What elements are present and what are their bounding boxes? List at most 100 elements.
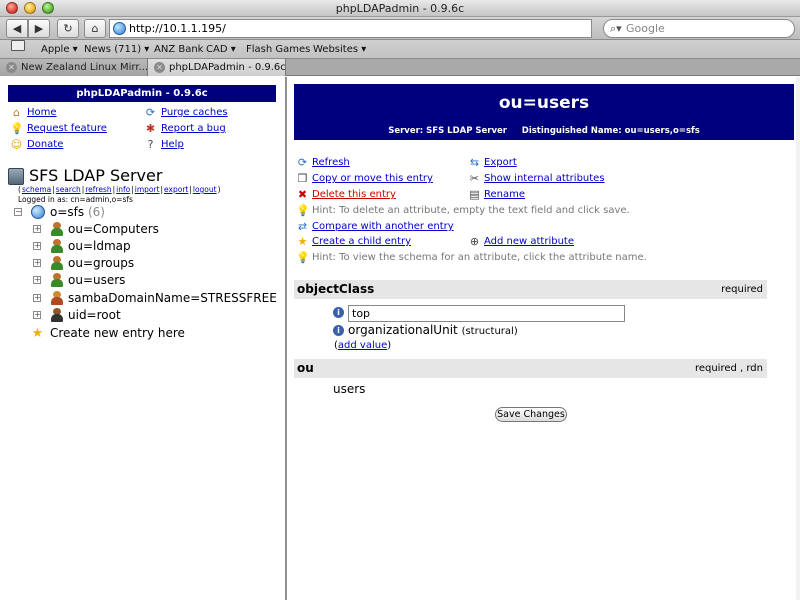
right-frame: ou=users Server: SFS LDAP Server Disting… (289, 77, 800, 600)
refresh-cache-icon: ⟳ (145, 106, 156, 119)
server-title: SFS LDAP Server (29, 166, 163, 185)
lightbulb-icon: 💡 (296, 204, 310, 217)
back-arrow-icon: ◀ (12, 22, 22, 35)
server-links: (schema|search|refresh|info|import|expor… (18, 185, 221, 194)
tree-item-ldmap[interactable]: ou=ldmap (68, 238, 131, 254)
delete-entry-link[interactable]: Delete this entry (312, 188, 396, 201)
tree-item-users[interactable]: ou=users (68, 272, 125, 288)
expand-icon[interactable]: + (33, 294, 41, 302)
compare-icon: ⇄ (297, 220, 308, 233)
info-link[interactable]: info (116, 185, 130, 194)
tree-root-label: o=sfs (50, 205, 85, 219)
close-tab-icon[interactable]: ✕ (154, 62, 165, 73)
search-link[interactable]: search (56, 185, 81, 194)
request-feature-link[interactable]: Request feature (27, 122, 107, 136)
copy-icon: ❐ (297, 172, 308, 185)
home-link[interactable]: Home (27, 106, 57, 120)
expand-icon[interactable]: + (33, 259, 41, 267)
back-button[interactable]: ◀ (6, 19, 28, 38)
window-controls (6, 2, 54, 14)
collapse-icon[interactable]: − (14, 208, 22, 216)
add-value-link[interactable]: add value (338, 340, 387, 351)
purge-caches-link[interactable]: Purge caches (161, 106, 228, 120)
attribute-header-objectclass: objectClass required (294, 280, 767, 299)
expand-icon[interactable]: + (33, 225, 41, 233)
add-attribute-link[interactable]: Add new attribute (484, 235, 574, 248)
window-titlebar: phpLDAPadmin - 0.9.6c (0, 0, 800, 17)
ou-value: users (333, 382, 366, 396)
tree-root[interactable]: o=sfs (6) (50, 204, 105, 220)
forward-button[interactable]: ▶ (28, 19, 50, 38)
expand-icon[interactable]: + (33, 311, 41, 319)
tab-phpldapadmin[interactable]: ✕ phpLDAPadmin - 0.9.6c (148, 59, 286, 76)
reload-button[interactable]: ↻ (57, 19, 79, 38)
copy-move-link[interactable]: Copy or move this entry (312, 172, 433, 185)
reload-icon: ↻ (63, 22, 73, 35)
logout-link[interactable]: logout (193, 185, 217, 194)
refresh-link[interactable]: refresh (85, 185, 111, 194)
minimize-window-button[interactable] (24, 2, 36, 14)
export-link[interactable]: export (164, 185, 188, 194)
create-new-entry-link[interactable]: Create new entry here (50, 325, 185, 341)
close-window-button[interactable] (6, 2, 18, 14)
group-icon (50, 222, 64, 236)
home-button[interactable]: ⌂ (84, 19, 106, 38)
lightbulb-icon: 💡 (296, 251, 310, 264)
bookmarks-book-icon[interactable] (11, 40, 25, 51)
attribute-name[interactable]: objectClass (297, 282, 374, 296)
expand-icon[interactable]: + (33, 242, 41, 250)
info-icon[interactable]: i (333, 325, 344, 336)
save-changes-button[interactable]: Save Changes (495, 407, 567, 422)
tab-nz-linux-mirror[interactable]: ✕ New Zealand Linux Mirr... (0, 59, 148, 76)
add-value-wrap: (add value) (334, 340, 392, 351)
address-bar[interactable]: http://10.1.1.195/ (109, 19, 592, 38)
help-link[interactable]: Help (161, 138, 184, 152)
attribute-flags: required (721, 284, 763, 295)
compare-link[interactable]: Compare with another entry (312, 220, 454, 233)
export-link[interactable]: Export (484, 156, 517, 169)
tree-item-computers[interactable]: ou=Computers (68, 221, 159, 237)
expand-icon[interactable]: + (33, 276, 41, 284)
search-placeholder: Google (626, 22, 665, 35)
tree-item-root-user[interactable]: uid=root (68, 307, 121, 323)
attribute-header-ou: ou required , rdn (294, 359, 767, 378)
info-icon[interactable]: i (333, 307, 344, 318)
left-frame: phpLDAPadmin - 0.9.6c ⌂ Home ⟳ Purge cac… (0, 77, 287, 600)
user-icon (50, 308, 64, 322)
bookmark-item[interactable]: News (711) ▾ (84, 40, 149, 59)
refresh-link[interactable]: Refresh (312, 156, 350, 169)
left-header: phpLDAPadmin - 0.9.6c (8, 85, 276, 102)
show-internal-link[interactable]: Show internal attributes (484, 172, 605, 185)
group-icon (50, 239, 64, 253)
search-field[interactable]: ⌕▾ Google (603, 19, 795, 38)
close-tab-icon[interactable]: ✕ (6, 62, 17, 73)
home-icon: ⌂ (13, 106, 20, 119)
star-icon: ★ (31, 326, 44, 341)
tree-item-groups[interactable]: ou=groups (68, 255, 134, 271)
hint-schema: Hint: To view the schema for an attribut… (312, 252, 647, 263)
bookmark-item[interactable]: Apple ▾ (41, 40, 78, 59)
attribute-name[interactable]: ou (297, 361, 314, 375)
bookmark-item[interactable]: ANZ Bank (154, 40, 203, 59)
zoom-window-button[interactable] (42, 2, 54, 14)
server-icon (8, 168, 24, 185)
tree-item-samba-domain[interactable]: sambaDomainName=STRESSFREE (68, 290, 277, 306)
donate-link[interactable]: Donate (27, 138, 63, 152)
browser-window: phpLDAPadmin - 0.9.6c ◀ ▶ ↻ ⌂ http://10.… (0, 0, 800, 600)
report-bug-link[interactable]: Report a bug (161, 122, 226, 136)
search-icon: ⌕▾ (610, 22, 622, 35)
bookmark-item[interactable]: CAD ▾ (206, 40, 236, 59)
bookmark-item[interactable]: Websites ▾ (313, 40, 366, 59)
right-scroll-edge (796, 77, 800, 600)
server-label: Server: SFS LDAP Server (388, 126, 507, 136)
value-text: organizationalUnit (348, 323, 458, 337)
globe-icon (31, 205, 45, 219)
rename-link[interactable]: Rename (484, 188, 525, 201)
help-icon: ? (147, 138, 154, 151)
refresh-icon: ⟳ (297, 156, 308, 169)
schema-link[interactable]: schema (22, 185, 51, 194)
objectclass-value-input[interactable]: top (348, 305, 625, 322)
bookmark-item[interactable]: Flash Games (246, 40, 310, 59)
import-link[interactable]: import (135, 185, 160, 194)
create-child-link[interactable]: Create a child entry (312, 235, 411, 248)
